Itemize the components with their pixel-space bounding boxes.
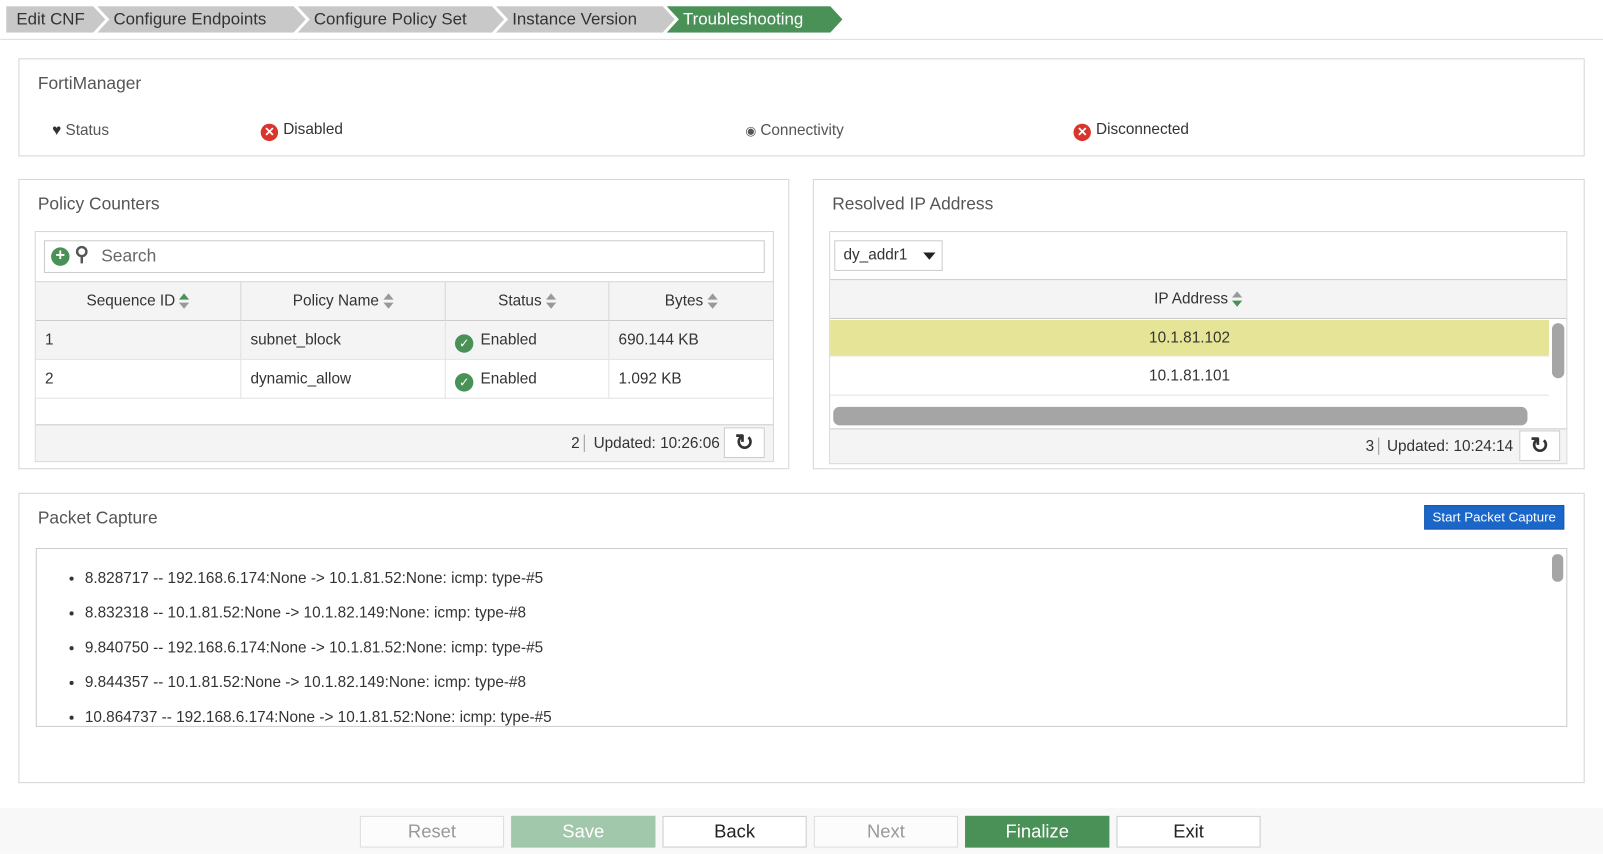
updated-time: Updated: 10:26:06 xyxy=(593,434,720,452)
policy-counters-panel: Policy Counters + ⚲ Search Sequence ID P… xyxy=(18,178,790,470)
refresh-icon: ↻ xyxy=(1530,432,1550,459)
connectivity-value: ✕ Disconnected xyxy=(1073,120,1189,142)
save-button[interactable]: Save xyxy=(511,815,656,848)
refresh-icon: ↻ xyxy=(734,429,754,455)
caret-down-icon xyxy=(923,252,936,260)
error-icon: ✕ xyxy=(1073,123,1091,142)
col-policy-name[interactable]: Policy Name xyxy=(241,282,446,322)
cell-status: ✓ Enabled xyxy=(446,321,610,360)
refresh-button[interactable]: ↻ xyxy=(1519,430,1561,462)
cell-bytes: 690.144 KB xyxy=(618,331,699,349)
resolved-ip-table: dy_addr1 IP Address 10.1.81.102 10.1.81.… xyxy=(829,231,1568,465)
wizard-breadcrumb: Edit CNF Configure Endpoints Configure P… xyxy=(0,0,1603,40)
policy-counters-table: + ⚲ Search Sequence ID Policy Name Statu… xyxy=(34,231,774,463)
step-configure-endpoints[interactable]: Configure Endpoints xyxy=(97,6,306,33)
col-bytes[interactable]: Bytes xyxy=(609,282,773,321)
col-sequence-id[interactable]: Sequence ID xyxy=(36,282,242,322)
search-placeholder: Search xyxy=(101,246,157,266)
address-select[interactable]: dy_addr1 xyxy=(834,240,943,271)
row-count: 3 xyxy=(1366,437,1380,455)
panel-title: Policy Counters xyxy=(37,194,160,214)
cell-name: subnet_block xyxy=(241,321,446,360)
sort-icon xyxy=(382,293,394,309)
reset-button[interactable]: Reset xyxy=(359,815,505,848)
step-configure-policy-set[interactable]: Configure Policy Set xyxy=(298,6,505,33)
status-value-text: Disabled xyxy=(283,120,343,139)
step-edit-cnf[interactable]: Edit CNF xyxy=(6,6,105,33)
exit-button[interactable]: Exit xyxy=(1116,815,1261,848)
sort-icon xyxy=(179,293,190,309)
step-troubleshooting[interactable]: Troubleshooting xyxy=(667,6,843,33)
back-button[interactable]: Back xyxy=(662,815,807,848)
table-footer: 2 Updated: 10:26:06 ↻ xyxy=(35,424,773,462)
wifi-icon: ◉ xyxy=(745,123,757,139)
packet-item: 9.844357 -- 10.1.81.52:None -> 10.1.82.1… xyxy=(85,666,1566,701)
panel-title: Resolved IP Address xyxy=(832,194,994,214)
row-count: 2 xyxy=(571,434,585,452)
check-circle-icon: ✓ xyxy=(454,373,474,392)
heartbeat-icon: ♥ xyxy=(52,121,62,140)
step-instance-version[interactable]: Instance Version xyxy=(496,6,675,33)
packet-list: 8.828717 -- 192.168.6.174:None -> 10.1.8… xyxy=(35,548,1568,727)
panel-title: Packet Capture xyxy=(37,508,158,528)
packet-capture-panel: Packet Capture Start Packet Capture 8.82… xyxy=(18,492,1585,784)
status-label: ♥ Status xyxy=(52,122,109,139)
table-footer: 3 Updated: 10:24:14 ↻ xyxy=(830,428,1567,464)
refresh-button[interactable]: ↻ xyxy=(723,427,765,459)
fortimanager-panel: FortiManager ♥ Status ✕ Disabled ◉ Connec… xyxy=(18,58,1585,157)
panel-title: FortiManager xyxy=(37,73,142,94)
table-header: Sequence ID Policy Name Status Bytes xyxy=(35,281,773,322)
vertical-scrollbar[interactable] xyxy=(1552,554,1564,582)
resolved-ip-panel: Resolved IP Address dy_addr1 IP Address … xyxy=(812,178,1585,470)
sort-icon xyxy=(1232,291,1243,307)
table-row-selected[interactable]: 10.1.81.102 xyxy=(830,320,1549,357)
updated-time: Updated: 10:24:14 xyxy=(1386,437,1514,455)
cell-status: ✓ Enabled xyxy=(446,359,610,399)
cell-id: 2 xyxy=(36,359,242,399)
status-label-text: Status xyxy=(65,121,109,140)
sort-icon xyxy=(707,293,718,309)
connectivity-value-text: Disconnected xyxy=(1096,120,1189,139)
cell-bytes: 1.092 KB xyxy=(618,370,682,388)
next-button[interactable]: Next xyxy=(813,815,958,848)
check-circle-icon: ✓ xyxy=(454,334,474,353)
table-row[interactable]: 1 subnet_block ✓ Enabled 690.144 KB xyxy=(35,321,773,360)
table-row[interactable]: 2 dynamic_allow ✓ Enabled 1.092 KB xyxy=(35,359,773,399)
start-packet-capture-button[interactable]: Start Packet Capture xyxy=(1424,505,1565,530)
search-input[interactable]: + ⚲ Search xyxy=(43,240,765,273)
sort-icon xyxy=(545,293,556,309)
add-icon[interactable]: + xyxy=(51,247,70,266)
col-status[interactable]: Status xyxy=(446,282,610,322)
cell-id: 1 xyxy=(36,321,242,360)
packet-item: 9.840750 -- 192.168.6.174:None -> 10.1.8… xyxy=(85,631,1566,666)
horizontal-scrollbar[interactable] xyxy=(833,406,1528,426)
table-row[interactable]: 10.1.81.101 xyxy=(830,356,1549,396)
table-header: IP Address xyxy=(830,279,1567,319)
col-ip-address[interactable]: IP Address xyxy=(830,280,1566,319)
packet-item: 8.828717 -- 192.168.6.174:None -> 10.1.8… xyxy=(85,561,1566,596)
connectivity-label-text: Connectivity xyxy=(760,121,844,140)
cell-name: dynamic_allow xyxy=(241,359,446,399)
search-icon: ⚲ xyxy=(74,244,89,266)
packet-items: 8.828717 -- 192.168.6.174:None -> 10.1.8… xyxy=(37,549,1567,726)
select-value: dy_addr1 xyxy=(843,246,908,264)
vertical-scrollbar[interactable] xyxy=(1552,323,1565,379)
connectivity-label: ◉ Connectivity xyxy=(745,122,844,139)
error-icon: ✕ xyxy=(260,123,279,142)
status-value: ✕ Disabled xyxy=(260,120,343,142)
finalize-button[interactable]: Finalize xyxy=(965,815,1110,848)
packet-item: 8.832318 -- 10.1.81.52:None -> 10.1.82.1… xyxy=(85,596,1566,631)
packet-item: 10.864737 -- 192.168.6.174:None -> 10.1.… xyxy=(85,700,1566,726)
